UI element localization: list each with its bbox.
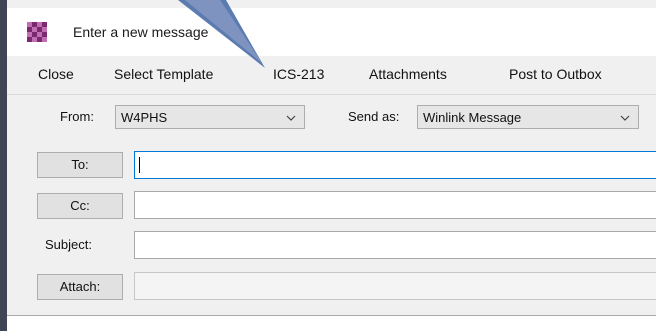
subject-field[interactable] (134, 231, 656, 259)
menu-close[interactable]: Close (38, 66, 74, 82)
text-caret (139, 157, 140, 173)
subject-label: Subject: (45, 237, 92, 252)
message-body[interactable] (7, 315, 656, 331)
menu-ics-213[interactable]: ICS-213 (273, 66, 324, 82)
menu-select-template[interactable]: Select Template (114, 66, 213, 82)
from-label: From: (60, 109, 94, 124)
chevron-down-icon (286, 111, 296, 121)
menu-bar: Close Select Template ICS-213 Attachment… (7, 56, 656, 95)
message-header-form: From: W4PHS Send as: Winlink Message To:… (7, 95, 656, 315)
window-title: Enter a new message (73, 24, 209, 40)
send-as-label: Send as: (348, 109, 400, 124)
attach-button[interactable]: Attach: (37, 274, 123, 300)
winlink-checker-icon (27, 22, 47, 42)
chevron-down-icon (620, 111, 630, 121)
from-value: W4PHS (121, 110, 168, 125)
send-as-value: Winlink Message (423, 110, 522, 125)
attach-field (134, 272, 656, 300)
message-window: Enter a new message Close Select Templat… (7, 0, 656, 331)
cc-field[interactable] (134, 191, 656, 219)
cc-button[interactable]: Cc: (37, 193, 123, 219)
send-as-select[interactable]: Winlink Message (417, 105, 639, 129)
to-button[interactable]: To: (37, 152, 123, 178)
from-select[interactable]: W4PHS (115, 105, 305, 129)
title-bar: Enter a new message (7, 8, 656, 56)
to-field[interactable] (134, 151, 656, 179)
menu-post-to-outbox[interactable]: Post to Outbox (509, 66, 602, 82)
menu-attachments[interactable]: Attachments (369, 66, 447, 82)
